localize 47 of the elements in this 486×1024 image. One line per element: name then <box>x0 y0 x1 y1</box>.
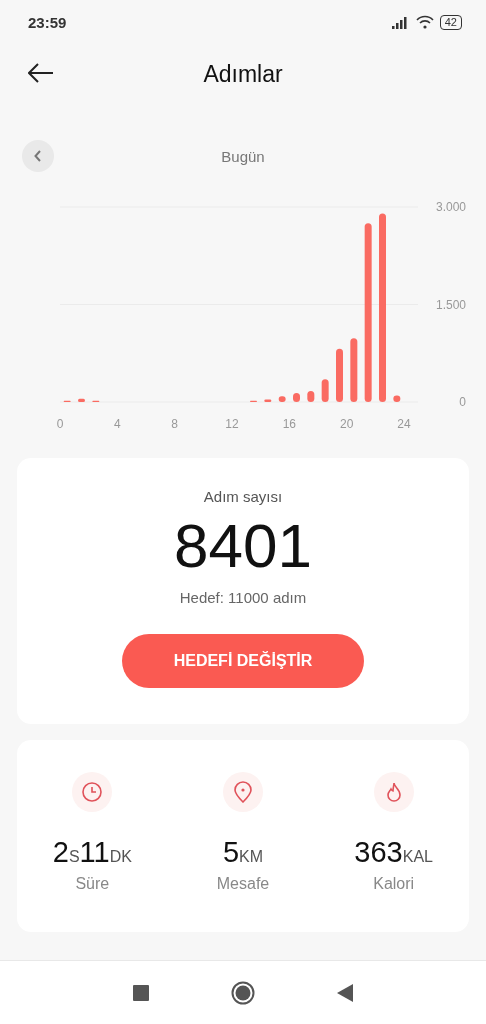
stat-unit: KAL <box>402 848 433 866</box>
stat-value: 5 <box>222 836 240 869</box>
steps-label: Adım sayısı <box>203 488 283 505</box>
stat-value: 2 <box>52 836 69 869</box>
stat-label: Mesafe <box>216 875 270 893</box>
y-axis-label: 1.500 <box>435 297 466 312</box>
x-axis-label: 20 <box>340 417 354 431</box>
back-arrow-icon[interactable] <box>28 63 54 83</box>
bar <box>393 395 401 402</box>
battery-indicator: 42 <box>439 14 462 30</box>
home-icon[interactable] <box>231 981 255 1005</box>
bar <box>350 338 358 402</box>
bar <box>278 396 286 402</box>
stat-unit: S <box>68 848 80 866</box>
location-pin-icon <box>233 781 253 803</box>
chevron-left-icon <box>34 150 42 162</box>
x-axis-label: 8 <box>171 417 178 431</box>
period-label: Bugün <box>221 147 265 165</box>
clock-icon <box>81 781 104 803</box>
stat-unit: KM <box>239 848 264 866</box>
y-axis-label: 3.000 <box>435 200 466 214</box>
bar <box>336 348 343 402</box>
signal-icon <box>391 15 410 29</box>
bar <box>321 379 329 402</box>
x-axis-label: 4 <box>114 417 121 431</box>
stat-label: Süre <box>75 875 110 893</box>
steps-count: 8401 <box>174 513 312 579</box>
stat-value: 11 <box>79 836 110 869</box>
back-icon[interactable] <box>337 984 353 1002</box>
bar <box>307 390 315 402</box>
stat-unit: DK <box>109 848 132 866</box>
goal-text: Hedef: 11000 adım <box>179 589 307 606</box>
previous-button[interactable] <box>22 140 54 172</box>
status-time: 23:59 <box>28 13 67 31</box>
stat-value: 363 <box>354 836 403 869</box>
stat-label: Kalori <box>373 875 415 893</box>
change-goal-button[interactable]: HEDEFİ DEĞİŞTİR <box>122 634 364 688</box>
y-axis-label: 0 <box>459 395 466 409</box>
bar <box>293 392 300 402</box>
wifi-icon <box>415 15 434 29</box>
x-axis-label: 12 <box>225 417 239 431</box>
x-axis-label: 24 <box>397 417 411 431</box>
x-axis-label: 16 <box>282 417 296 431</box>
bar <box>264 399 272 402</box>
page-title: Adımlar <box>203 60 283 88</box>
bar <box>78 398 85 402</box>
x-axis-label: 0 <box>56 417 64 431</box>
